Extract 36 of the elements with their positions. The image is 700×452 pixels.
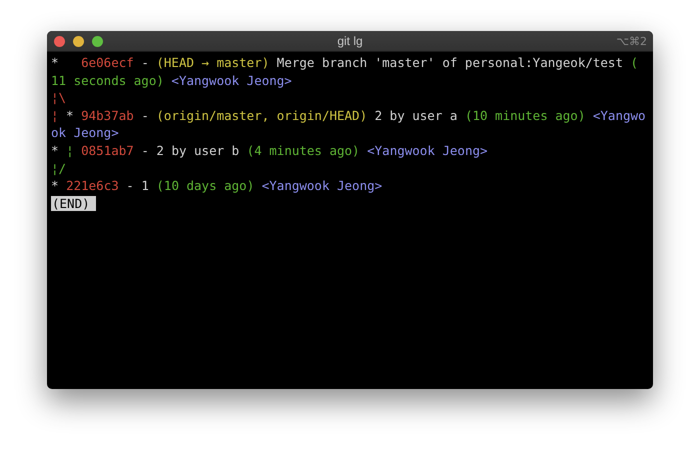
commit-hash: 94b37ab	[81, 108, 134, 123]
commit-date: 11 seconds ago)	[51, 72, 165, 88]
ref-names: (HEAD → master)	[156, 55, 270, 70]
author-name: <Yangwook Jeong>	[367, 142, 488, 158]
commit-text: - 2 by user b	[140, 142, 240, 158]
author-name: ok Jeong>	[51, 125, 119, 140]
commit-date: (	[630, 55, 638, 70]
graph-line: *	[51, 142, 60, 158]
author-name: <Yangwook Jeong>	[262, 178, 382, 194]
commit-date: (4 minutes ago)	[246, 142, 361, 158]
close-icon[interactable]	[54, 36, 65, 46]
graph-line: ¦\	[51, 90, 66, 106]
window-title: git lg	[336, 34, 364, 48]
commit-hash: 0851ab7	[81, 142, 134, 158]
minimize-icon[interactable]	[73, 36, 84, 46]
graph-line: *	[51, 55, 60, 70]
graph-line: *	[65, 108, 75, 123]
author-name: <Yangwook Jeong>	[171, 72, 292, 88]
author-name: <Yangwo	[592, 108, 646, 123]
commit-text: - 1	[125, 178, 150, 194]
graph-line: ¦	[66, 142, 75, 158]
ref-names: (origin/master, origin/HEAD)	[156, 108, 368, 123]
pager-prompt: (END)	[51, 196, 96, 211]
commit-date: (10 days ago)	[156, 178, 256, 194]
commit-text: Merge branch 'master' of personal:Yangeok/test	[276, 55, 624, 70]
graph-line: *	[51, 178, 60, 194]
graph-line: ¦/	[51, 160, 66, 176]
commit-date: (10 minutes ago)	[464, 108, 586, 123]
commit-hash: 6e06ecf	[81, 55, 134, 70]
commit-text: -	[140, 55, 150, 70]
commit-text: -	[140, 108, 150, 123]
shortcut-label: ⌥⌘2	[615, 34, 648, 48]
zoom-icon[interactable]	[92, 36, 103, 46]
graph-line: ¦	[51, 108, 59, 123]
commit-text: 2 by user a	[374, 108, 458, 123]
commit-hash: 221e6c3	[66, 178, 119, 194]
